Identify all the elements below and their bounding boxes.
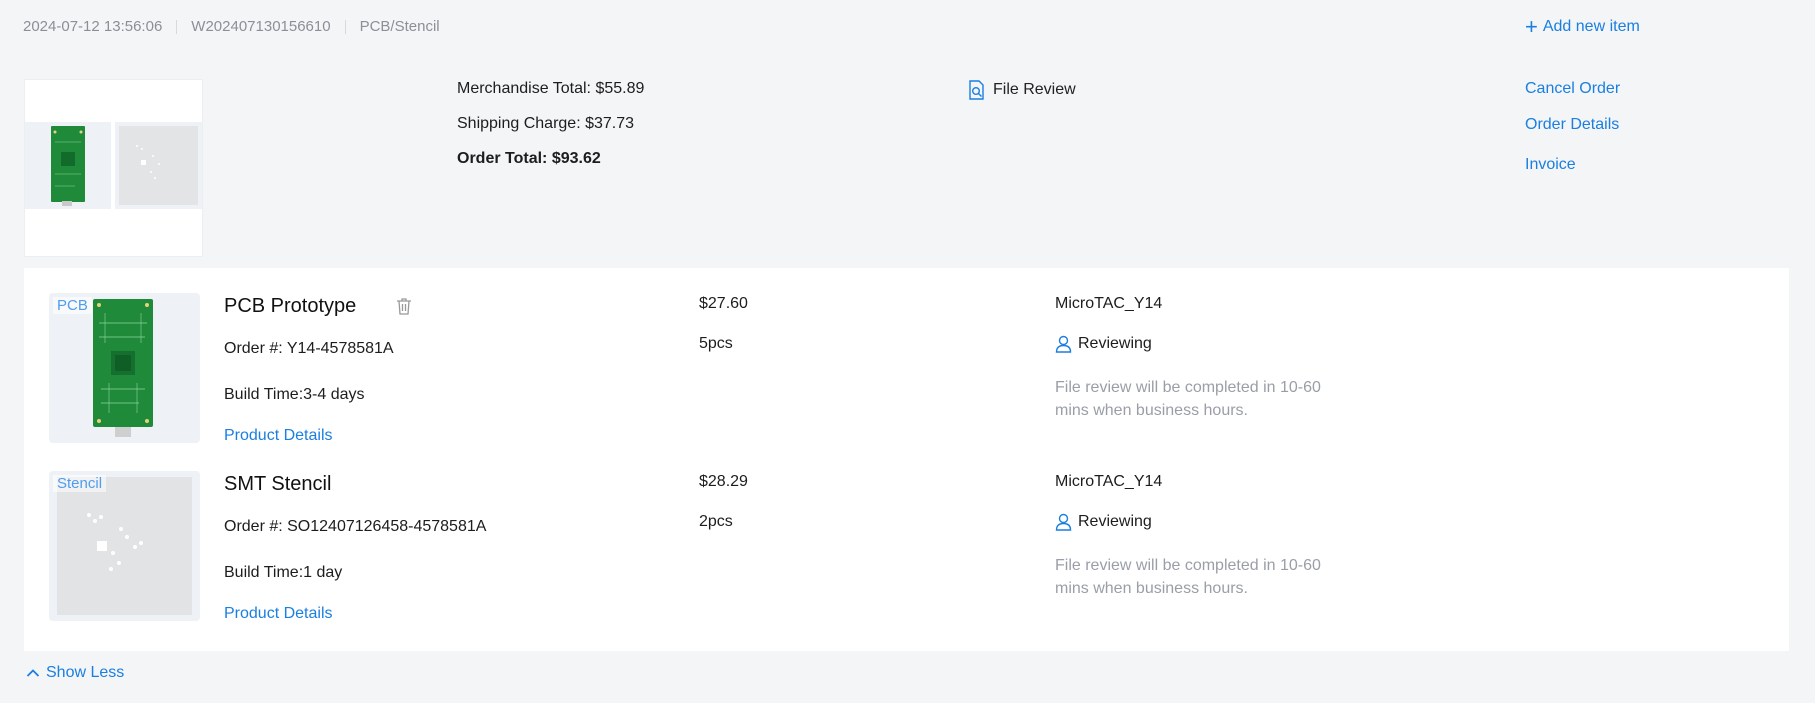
stencil-thumbnail — [115, 122, 202, 209]
trash-icon[interactable] — [396, 297, 412, 320]
order-summary: Merchandise Total: $55.89 Shipping Charg… — [457, 80, 644, 185]
item-quantity: 5pcs — [699, 335, 733, 352]
order-panel: 2024-07-12 13:56:06 W202407130156610 PCB… — [0, 0, 1815, 703]
item-status: Reviewing — [1055, 513, 1152, 531]
list-item: PCB PCB Prototype Order #: Y14-4578581A … — [24, 268, 1789, 444]
item-build-time: Build Time:1 day — [224, 564, 343, 581]
item-tag: PCB — [53, 297, 92, 314]
item-order-number: Order #: SO12407126458-4578581A — [224, 518, 487, 535]
order-thumbnail-card[interactable] — [24, 79, 203, 257]
user-icon — [1055, 335, 1072, 353]
divider — [176, 19, 178, 34]
file-review-link[interactable]: File Review — [968, 80, 1076, 100]
item-build-time: Build Time:3-4 days — [224, 386, 365, 403]
item-user: MicroTAC_Y14 — [1055, 295, 1163, 312]
product-details-link[interactable]: Product Details — [224, 605, 333, 623]
item-review-note: File review will be completed in 10-60 m… — [1055, 557, 1321, 597]
pcb-product-image[interactable]: PCB — [49, 293, 200, 443]
order-id: W202407130156610 — [191, 18, 331, 35]
user-icon — [1055, 513, 1072, 531]
divider — [344, 19, 346, 34]
order-category: PCB/Stencil — [359, 18, 440, 35]
order-actions: Cancel Order Order Details Invoice — [1525, 80, 1620, 174]
invoice-link[interactable]: Invoice — [1525, 156, 1620, 174]
merchandise-total: Merchandise Total: $55.89 — [457, 80, 645, 97]
add-new-item-label: Add new item — [1542, 18, 1640, 35]
product-details-link[interactable]: Product Details — [224, 427, 333, 445]
item-user: MicroTAC_Y14 — [1055, 473, 1163, 490]
add-new-item-button[interactable]: + Add new item — [1525, 16, 1640, 38]
item-status-label: Reviewing — [1078, 335, 1152, 352]
item-price: $27.60 — [699, 295, 748, 312]
shipping-charge: Shipping Charge: $37.73 — [457, 115, 635, 132]
item-review-note: File review will be completed in 10-60 m… — [1055, 379, 1321, 419]
show-less-label: Show Less — [46, 664, 125, 681]
item-tag: Stencil — [53, 475, 107, 492]
item-name: SMT Stencil — [224, 473, 332, 495]
file-search-icon — [968, 80, 985, 100]
show-less-button[interactable]: Show Less — [26, 664, 124, 682]
order-details-link[interactable]: Order Details — [1525, 116, 1620, 156]
file-review-label: File Review — [993, 81, 1076, 98]
order-items-list: PCB PCB Prototype Order #: Y14-4578581A … — [24, 268, 1789, 651]
chevron-up-icon — [26, 668, 40, 678]
order-total: Order Total: $93.62 — [457, 150, 601, 167]
pcb-thumbnail — [25, 122, 111, 209]
item-quantity: 2pcs — [699, 513, 733, 530]
item-price: $28.29 — [699, 473, 748, 490]
plus-icon: + — [1525, 14, 1538, 39]
item-status: Reviewing — [1055, 335, 1152, 353]
order-datetime: 2024-07-12 13:56:06 — [23, 18, 163, 35]
item-order-number: Order #: Y14-4578581A — [224, 340, 394, 357]
stencil-product-image[interactable]: Stencil — [49, 471, 200, 621]
cancel-order-link[interactable]: Cancel Order — [1525, 80, 1620, 116]
item-name: PCB Prototype — [224, 295, 357, 317]
order-header: 2024-07-12 13:56:06 W202407130156610 PCB… — [23, 18, 440, 35]
list-item: Stencil SMT Stencil Order #: SO124071264… — [24, 446, 1789, 622]
item-status-label: Reviewing — [1078, 513, 1152, 530]
